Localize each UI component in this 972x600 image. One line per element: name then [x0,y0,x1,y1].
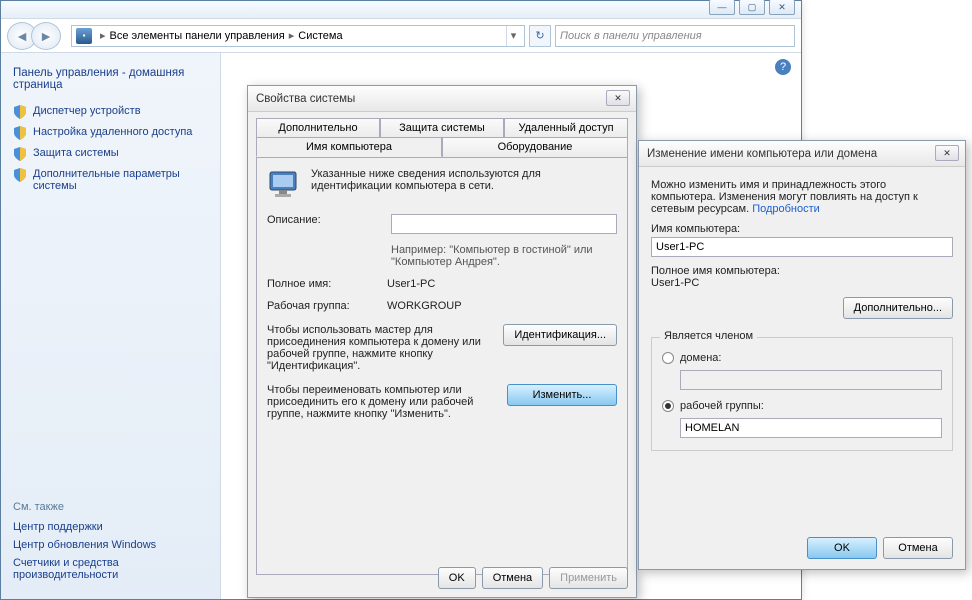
breadcrumb-item[interactable]: Все элементы панели управления [110,30,285,42]
workgroup-radio[interactable] [662,400,674,412]
member-of-group: Является членом домена: рабочей группы: [651,337,953,451]
tab-content: Указанные ниже сведения используются для… [256,157,628,575]
shield-icon [13,126,27,140]
tab-hardware[interactable]: Оборудование [442,137,628,157]
sidebar-link-support[interactable]: Центр поддержки [13,521,208,533]
minimize-button[interactable]: — [709,0,735,15]
sidebar-task-remote[interactable]: Настройка удаленного доступа [13,126,208,140]
sidebar-task-advanced[interactable]: Дополнительные параметры системы [13,168,208,192]
workgroup-label: Рабочая группа: [267,300,387,312]
breadcrumb-dropdown[interactable]: ▾ [506,26,520,46]
apply-button[interactable]: Применить [549,567,628,589]
change-text: Чтобы переименовать компьютер или присое… [267,384,499,420]
fullname-label: Полное имя: [267,278,387,290]
addressbar: ◄ ► ▪ ▸ Все элементы панели управления ▸… [1,19,801,53]
monitor-icon [267,168,303,204]
details-link[interactable]: Подробности [752,203,820,215]
sidebar-link-update[interactable]: Центр обновления Windows [13,539,208,551]
tab-remote[interactable]: Удаленный доступ [504,118,628,137]
shield-icon [13,168,27,182]
cancel-button[interactable]: Отмена [482,567,543,589]
search-input[interactable]: Поиск в панели управления [555,25,795,47]
member-of-label: Является членом [660,330,757,342]
ok-button[interactable]: OK [438,567,476,589]
tab-advanced[interactable]: Дополнительно [256,118,380,137]
intro-text: Можно изменить имя и принадлежность этог… [651,179,953,215]
workgroup-input[interactable] [680,418,942,438]
breadcrumb-item[interactable]: Система [298,30,342,42]
full-computer-name-value: User1-PC [651,277,953,289]
tab-computer-name[interactable]: Имя компьютера [256,137,442,157]
ok-button[interactable]: OK [807,537,877,559]
wizard-text: Чтобы использовать мастер для присоедине… [267,324,495,372]
cancel-button[interactable]: Отмена [883,537,953,559]
tab-protection[interactable]: Защита системы [380,118,504,137]
description-hint: Например: "Компьютер в гостиной" или "Ко… [391,244,617,268]
more-button[interactable]: Дополнительно... [843,297,953,319]
see-also-heading: См. также [13,501,208,513]
sidebar-task-devmgr[interactable]: Диспетчер устройств [13,105,208,119]
description-input[interactable] [391,214,617,234]
computer-name-label: Имя компьютера: [651,223,953,235]
system-properties-dialog: Свойства системы ✕ Дополнительно Защита … [247,85,637,598]
close-button[interactable]: ✕ [769,0,795,15]
titlebar: — ▢ ✕ [1,1,801,19]
dialog-title: Изменение имени компьютера или домена ✕ [639,141,965,167]
domain-radio[interactable] [662,352,674,364]
maximize-button[interactable]: ▢ [739,0,765,15]
forward-button[interactable]: ► [31,22,61,50]
shield-icon [13,105,27,119]
computer-name-input[interactable] [651,237,953,257]
sidebar-link-perf[interactable]: Счетчики и средства производительности [13,557,208,581]
workgroup-value: WORKGROUP [387,300,462,312]
domain-radio-label: домена: [680,352,721,364]
dialog-close-button[interactable]: ✕ [935,145,959,161]
network-id-button[interactable]: Идентификация... [503,324,617,346]
sidebar-task-protection[interactable]: Защита системы [13,147,208,161]
breadcrumb[interactable]: ▪ ▸ Все элементы панели управления ▸ Сис… [71,25,525,47]
sidebar: Панель управления - домашняя страница Ди… [1,53,221,599]
sidebar-heading[interactable]: Панель управления - домашняя страница [13,67,208,91]
fullname-value: User1-PC [387,278,435,290]
rename-dialog: Изменение имени компьютера или домена ✕ … [638,140,966,570]
workgroup-radio-label: рабочей группы: [680,400,764,412]
dialog-close-button[interactable]: ✕ [606,90,630,106]
help-icon[interactable]: ? [775,59,791,75]
refresh-button[interactable]: ↻ [529,25,551,47]
full-computer-name-label: Полное имя компьютера: [651,265,953,277]
dialog-title: Свойства системы ✕ [248,86,636,112]
domain-input [680,370,942,390]
description-label: Описание: [267,214,387,226]
computer-icon: ▪ [76,28,92,44]
shield-icon [13,147,27,161]
info-text: Указанные ниже сведения используются для… [311,168,617,192]
change-button[interactable]: Изменить... [507,384,617,406]
